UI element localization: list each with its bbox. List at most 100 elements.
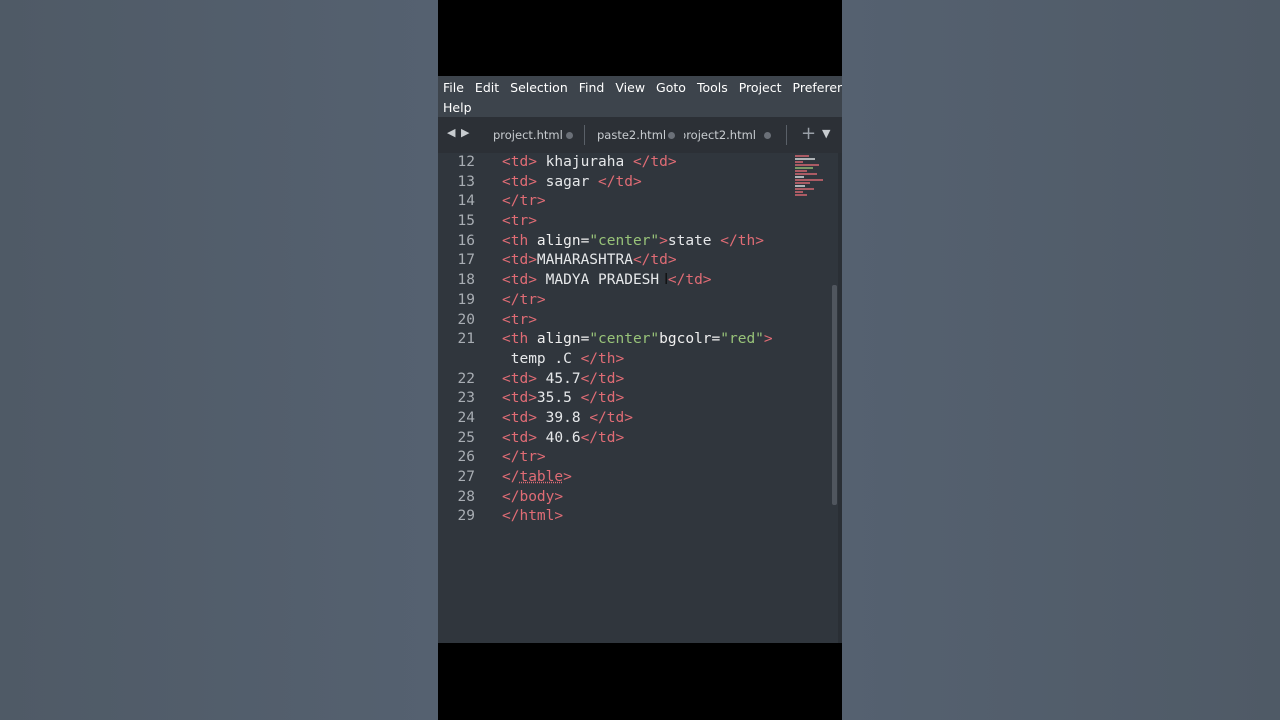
tab-project-html[interactable]: project.html <box>493 128 563 142</box>
code-line[interactable]: 18 <td> MADYA PRADESH </td> <box>438 271 793 291</box>
code-text[interactable]: <th align="center"bgcolr="red"> <box>502 330 773 350</box>
code-area[interactable]: 12 <td> khajuraha </td> 13 <td> sagar </td>… <box>438 153 793 527</box>
code-line[interactable]: 27 </table> <box>438 468 793 488</box>
code-text[interactable]: </html> <box>502 507 563 527</box>
code-token: </td> <box>580 390 625 407</box>
code-text[interactable]: </tr> <box>502 291 546 311</box>
code-line[interactable]: 17 <td>MAHARASHTRA</td> <box>438 251 793 271</box>
menu-find[interactable]: Find <box>579 80 611 96</box>
plus-icon[interactable]: + <box>801 123 816 144</box>
chevron-down-icon[interactable]: ▼ <box>822 127 830 140</box>
code-text[interactable]: <td> 39.8 </td> <box>502 409 633 429</box>
code-token: sagar <box>536 173 599 190</box>
code-token: </td> <box>632 252 677 269</box>
code-token: </body> <box>502 488 564 505</box>
code-line[interactable]: 12 <td> khajuraha </td> <box>438 153 793 173</box>
code-token: bgcolr= <box>659 331 721 348</box>
code-token: <th <box>502 232 529 249</box>
code-token: </ <box>502 469 520 485</box>
code-text[interactable]: <td> khajuraha </td> <box>502 153 677 173</box>
menu-row-2: Help <box>443 100 483 116</box>
code-token: </tr> <box>502 193 546 210</box>
code-text[interactable]: temp .C </th> <box>502 350 625 370</box>
menu-help[interactable]: Help <box>443 100 478 116</box>
tab-dirty-dot-icon[interactable] <box>668 132 675 139</box>
code-text[interactable]: <tr> <box>502 311 537 331</box>
code-text[interactable]: <th align="center">state </th> <box>502 232 764 252</box>
code-line[interactable]: 13 <td> sagar </td> <box>438 173 793 193</box>
code-token: 35.5 <box>536 390 581 407</box>
code-token: state <box>667 232 721 249</box>
code-text[interactable]: <td> sagar </td> <box>502 173 642 193</box>
code-line[interactable]: 28 </body> <box>438 488 793 508</box>
code-line[interactable]: 22 <td> 45.7</td> <box>438 370 793 390</box>
code-line[interactable]: 23 <td>35.5 </td> <box>438 389 793 409</box>
tab-dirty-dot-icon[interactable] <box>764 132 771 139</box>
code-text[interactable]: <td> 45.7</td> <box>502 370 624 390</box>
line-number: 25 <box>457 429 475 446</box>
code-token: MADYA PRADESH <box>536 272 668 289</box>
tab-paste2-html[interactable]: paste2.html <box>597 128 666 142</box>
code-token: 45.7 <box>536 370 581 387</box>
line-number: 28 <box>457 488 475 505</box>
code-token: </td> <box>667 272 712 289</box>
code-line[interactable]: 24 <td> 39.8 </td> <box>438 409 793 429</box>
code-line[interactable]: 19 </tr> <box>438 291 793 311</box>
code-token: </td> <box>580 429 625 446</box>
code-line[interactable]: 20 <tr> <box>438 311 793 331</box>
menu-selection[interactable]: Selection <box>510 80 574 96</box>
line-number: 12 <box>457 154 475 170</box>
code-text[interactable]: <td>MAHARASHTRA</td> <box>502 251 677 271</box>
menu-edit[interactable]: Edit <box>475 80 505 96</box>
tab-bar: ◀ ▶ project.html paste2.html project2.ht… <box>438 117 842 153</box>
code-line[interactable]: 21 <th align="center"bgcolr="red"> <box>438 330 793 350</box>
tab-separator <box>786 125 787 145</box>
arrow-left-icon[interactable]: ◀ <box>447 126 455 139</box>
code-line[interactable]: 26 </tr> <box>438 448 793 468</box>
code-line[interactable]: 15 <tr> <box>438 212 793 232</box>
code-line[interactable]: 14 </tr> <box>438 192 793 212</box>
code-line[interactable]: 29 </html> <box>438 507 793 527</box>
code-token: <td> <box>502 272 537 289</box>
code-token: <th <box>502 331 529 348</box>
code-token: <td> <box>502 173 537 190</box>
tab-project2-html[interactable]: project2.html <box>684 128 756 142</box>
minimap[interactable] <box>795 155 827 225</box>
code-text[interactable]: <td> MADYA PRADESH </td> <box>502 271 712 291</box>
menu-preferences[interactable]: Preferences <box>793 80 842 96</box>
menu-project[interactable]: Project <box>739 80 788 96</box>
menu-goto[interactable]: Goto <box>656 80 692 96</box>
code-editor[interactable]: 12 <td> khajuraha </td> 13 <td> sagar </td>… <box>438 153 842 643</box>
code-token: </td> <box>632 154 677 170</box>
code-text[interactable]: </body> <box>502 488 563 508</box>
line-number: 20 <box>457 311 475 328</box>
code-text[interactable]: <td> 40.6</td> <box>502 429 624 449</box>
code-text[interactable]: <td>35.5 </td> <box>502 389 624 409</box>
menu-file[interactable]: File <box>443 80 470 96</box>
code-token: <td> <box>502 252 537 269</box>
code-line[interactable]: temp .C </th> <box>438 350 793 370</box>
code-token: 40.6 <box>536 429 581 446</box>
code-token: khajuraha <box>536 154 633 170</box>
code-token: MAHARASHTRA <box>536 252 633 269</box>
code-text[interactable]: <tr> <box>502 212 537 232</box>
line-number: 19 <box>457 291 475 308</box>
code-line[interactable]: 25 <td> 40.6</td> <box>438 429 793 449</box>
line-number: 23 <box>457 390 475 407</box>
code-text[interactable]: </tr> <box>502 192 546 212</box>
code-token: "red" <box>720 331 764 348</box>
code-line[interactable]: 16 <th align="center">state </th> <box>438 232 793 252</box>
code-text[interactable]: </table> <box>502 468 572 488</box>
line-number: 27 <box>457 469 475 485</box>
code-token: temp .C <box>502 350 581 367</box>
line-number: 15 <box>457 213 475 230</box>
code-token: > <box>659 232 668 249</box>
menu-tools[interactable]: Tools <box>697 80 734 96</box>
code-token: </tr> <box>502 449 546 466</box>
code-text[interactable]: </tr> <box>502 448 546 468</box>
scrollbar-thumb[interactable] <box>832 285 837 505</box>
tab-dirty-dot-icon[interactable] <box>566 132 573 139</box>
code-token: </html> <box>502 508 564 525</box>
menu-view[interactable]: View <box>615 80 651 96</box>
arrow-right-icon[interactable]: ▶ <box>461 126 469 139</box>
